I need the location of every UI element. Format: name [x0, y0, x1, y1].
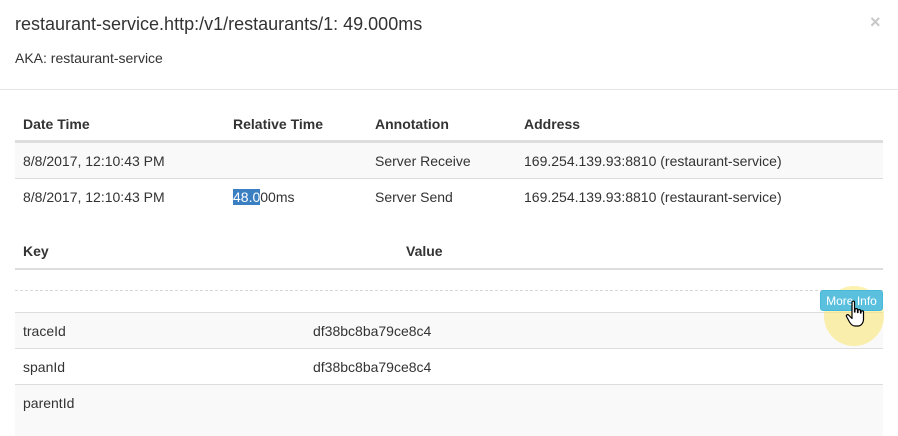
cell-date-time: 8/8/2017, 12:10:43 PM: [23, 153, 165, 169]
tag-key: parentId: [23, 395, 75, 411]
header-date-time: Date Time: [23, 116, 90, 132]
annotations-header-row: Date Time Relative Time Annotation Addre…: [15, 104, 883, 142]
modal-header: restaurant-service.http:/v1/restaurants/…: [0, 0, 898, 90]
table-row: spanId df38bc8ba79ce8c4: [15, 348, 883, 384]
table-row: 8/8/2017, 12:10:43 PM 48.000ms Server Se…: [15, 178, 883, 214]
close-icon[interactable]: ×: [870, 12, 881, 32]
tags-header-row: Key Value: [15, 232, 883, 270]
hand-pointer-icon: [845, 300, 865, 327]
tag-key: spanId: [23, 359, 66, 375]
modal-title: restaurant-service.http:/v1/restaurants/…: [15, 14, 423, 34]
cell-annotation: Server Receive: [375, 153, 471, 169]
tag-value: df38bc8ba79ce8c4: [313, 359, 432, 375]
header-key: Key: [23, 243, 49, 259]
relative-time-rest: 00ms: [260, 189, 295, 205]
tag-key: traceId: [23, 323, 66, 339]
cell-relative-time: 48.000ms: [233, 189, 294, 205]
header-address: Address: [524, 116, 581, 132]
header-relative-time: Relative Time: [233, 116, 324, 132]
cell-address: 169.254.139.93:8810 (restaurant-service): [524, 189, 782, 205]
header-value: Value: [406, 243, 443, 259]
table-row: 8/8/2017, 12:10:43 PM Server Receive 169…: [15, 142, 883, 178]
aka-label: AKA: restaurant-service: [15, 50, 163, 66]
cell-address: 169.254.139.93:8810 (restaurant-service): [524, 153, 782, 169]
tag-value: df38bc8ba79ce8c4: [313, 323, 432, 339]
text-selection: 48.0: [233, 189, 261, 205]
table-row: parentId: [15, 384, 883, 436]
cell-annotation: Server Send: [375, 189, 453, 205]
header-annotation: Annotation: [375, 116, 449, 132]
cell-date-time: 8/8/2017, 12:10:43 PM: [23, 189, 165, 205]
divider: [15, 290, 883, 291]
table-row: traceId df38bc8ba79ce8c4: [15, 312, 883, 348]
